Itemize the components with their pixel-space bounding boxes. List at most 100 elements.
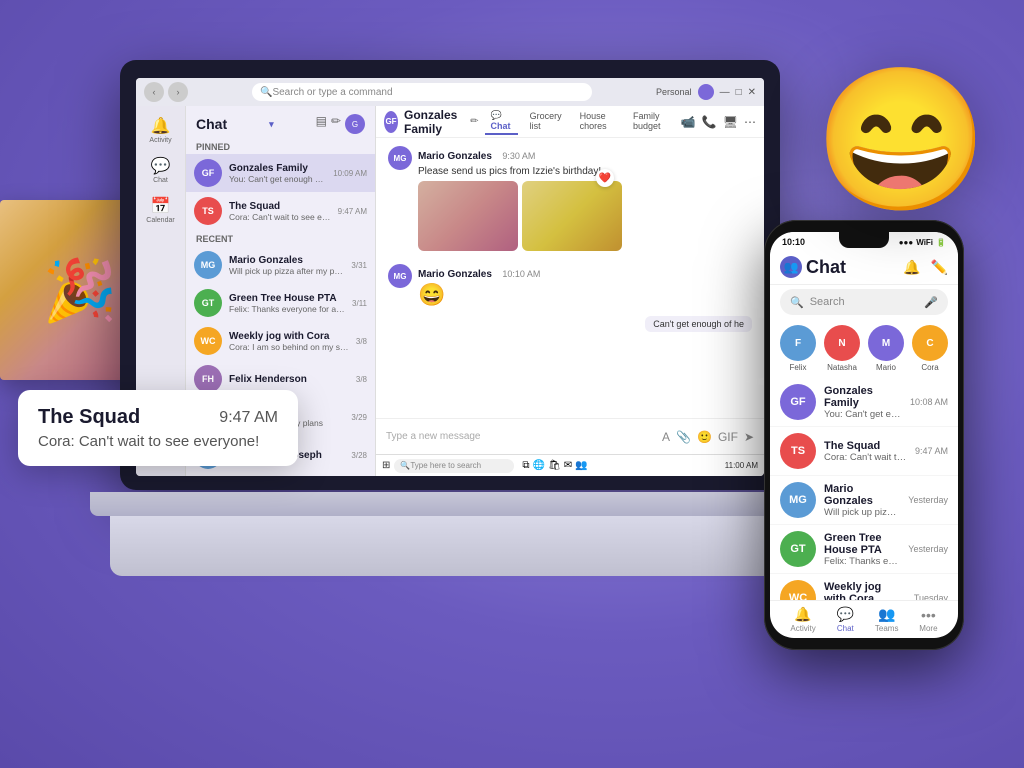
attach-icon[interactable]: 📎 (676, 430, 691, 444)
phone-teams-nav-icon: 👥 (878, 606, 895, 623)
chat-item-gonzales-family[interactable]: GF Gonzales Family You: Can't get enough… (186, 154, 375, 192)
phone-chat-info-squad: The Squad Cora: Can't wait to see everyo… (824, 440, 907, 463)
phone: 10:10 ●●● WiFi 🔋 👥 Chat (764, 220, 964, 650)
chat-messages: MG Mario Gonzales 9:30 AM Please send us… (376, 138, 764, 418)
chat-item-info-felix: Felix Henderson (229, 374, 349, 385)
phone-nav-more[interactable]: ••• More (919, 607, 937, 633)
audio-call-icon[interactable]: 📞 (702, 115, 717, 129)
quick-contact-felix-avatar: F (780, 325, 816, 361)
tab-chat[interactable]: 💬Chat (485, 108, 518, 135)
phone-bottom-bar: 🔔 Activity 💬 Chat 👥 Teams ••• More (770, 600, 958, 638)
phone-bell-icon[interactable]: 🔔 (903, 259, 920, 276)
chat-item-time-gabriel: 3/28 (351, 451, 367, 460)
phone-chat-info-mario: Mario Gonzales Will pick up pizza after … (824, 483, 900, 518)
sidebar-item-activity[interactable]: 🔔 Activity (145, 114, 177, 146)
cant-get-bubble: Can't get enough of he (645, 316, 752, 332)
user-avatar-small: G (345, 114, 365, 134)
chat-avatar-pta: GT (194, 289, 222, 317)
chat-item-squad[interactable]: TS The Squad Cora: Can't wait to see eve… (186, 192, 375, 230)
tab-chores[interactable]: House chores (574, 109, 621, 135)
chat-main-header: GF Gonzales Family ✏ 💬Chat Grocery list … (376, 106, 764, 138)
chat-item-mario[interactable]: MG Mario Gonzales Will pick up pizza aft… (186, 246, 375, 284)
phone-chat-item-pta[interactable]: GT Green Tree House PTA Felix: Thanks ev… (770, 525, 958, 574)
edit-group-icon[interactable]: ✏ (470, 116, 478, 127)
compose-icon[interactable]: ✏ (331, 114, 341, 134)
phone-chat-item-gonzales[interactable]: GF Gonzales Family You: Can't get enough… (770, 378, 958, 427)
titlebar-back-btn[interactable]: ‹ (144, 82, 164, 102)
quick-contact-natasha[interactable]: N Natasha (824, 325, 860, 372)
chat-input-area: Type a new message A 📎 🙂 GIF ➤ (376, 418, 764, 454)
quick-contact-cora[interactable]: C Cora (912, 325, 948, 372)
quick-contact-mario[interactable]: M Mario (868, 325, 904, 372)
sidebar-item-chat[interactable]: 💬 Chat (145, 154, 177, 186)
tab-budget[interactable]: Family budget (627, 109, 675, 135)
chat-list-chevron-icon: ▾ (269, 119, 274, 130)
chat-item-pta[interactable]: GT Green Tree House PTA Felix: Thanks ev… (186, 284, 375, 322)
teams-taskbar-icon[interactable]: 👥 (575, 460, 587, 471)
task-view-icon[interactable]: ⧉ (522, 460, 529, 471)
chat-item-msg-squad: Cora: Can't wait to see everyone! (229, 212, 331, 222)
chat-input-placeholder[interactable]: Type a new message (386, 431, 656, 442)
quick-contact-felix[interactable]: F Felix (780, 325, 816, 372)
chat-icon: 💬 (151, 156, 171, 176)
phone-chat-item-mario[interactable]: MG Mario Gonzales Will pick up pizza aft… (770, 476, 958, 525)
phone-activity-icon: 🔔 (794, 606, 811, 623)
phone-nav-activity[interactable]: 🔔 Activity (790, 606, 815, 633)
sidebar-item-calendar[interactable]: 📅 Calendar (145, 194, 177, 226)
notification-popup: The Squad 9:47 AM Cora: Can't wait to se… (18, 390, 298, 466)
notification-message: Cora: Can't wait to see everyone! (38, 433, 278, 450)
quick-contact-cora-name: Cora (921, 363, 938, 372)
phone-compose-icon[interactable]: ✏️ (931, 259, 948, 276)
tab-grocery[interactable]: Grocery list (524, 109, 568, 135)
edge-icon[interactable]: 🌐 (533, 460, 545, 471)
notification-time: 9:47 AM (219, 409, 278, 427)
phone-nav-chat[interactable]: 💬 Chat (837, 606, 854, 633)
screen-share-icon[interactable]: 🖥 (723, 115, 738, 129)
chat-item-info-jog: Weekly jog with Cora Cora: I am so behin… (229, 331, 349, 352)
chat-item-info-mario: Mario Gonzales Will pick up pizza after … (229, 255, 344, 276)
recent-section-label: Recent (186, 230, 375, 246)
emoji-picker-icon[interactable]: 🙂 (697, 430, 712, 444)
msg-sender-1: Mario Gonzales (418, 151, 492, 162)
msg-avatar-1: MG (388, 146, 412, 170)
phone-screen: 10:10 ●●● WiFi 🔋 👥 Chat (770, 232, 958, 638)
titlebar-search-placeholder: Search or type a command (272, 87, 392, 98)
birthday-photo-1 (418, 181, 518, 251)
send-icon[interactable]: ➤ (744, 430, 754, 444)
filter-icon[interactable]: ▤ (316, 114, 327, 134)
phone-chat-time-mario: Yesterday (908, 495, 948, 505)
titlebar-fwd-btn[interactable]: › (168, 82, 188, 102)
phone-chat-name-jog: Weekly jog with Cora (824, 581, 906, 601)
phone-chat-time-pta: Yesterday (908, 544, 948, 554)
phone-chat-item-jog[interactable]: WC Weekly jog with Cora I'm so behind on… (770, 574, 958, 600)
chat-item-time-felix: 3/8 (356, 375, 367, 384)
sidebar-chat-label: Chat (153, 177, 168, 184)
maximize-icon[interactable]: □ (736, 87, 742, 98)
phone-chat-nav-icon: 💬 (837, 606, 854, 623)
taskbar-search[interactable]: 🔍 Type here to search (394, 459, 514, 473)
gif-icon[interactable]: GIF (718, 430, 738, 444)
teams-titlebar: ‹ › 🔍 Search or type a command Personal … (136, 78, 764, 106)
mail-icon[interactable]: ✉ (564, 460, 572, 471)
windows-start-icon[interactable]: ⊞ (382, 460, 390, 471)
chat-item-jog[interactable]: WC Weekly jog with Cora Cora: I am so be… (186, 322, 375, 360)
chat-main-avatar: GF (384, 111, 398, 133)
close-icon[interactable]: ✕ (748, 87, 756, 98)
more-options-icon[interactable]: ⋯ (744, 115, 756, 129)
phone-voice-search-icon[interactable]: 🎤 (924, 296, 938, 309)
chat-item-name-pta: Green Tree House PTA (229, 293, 345, 304)
msg-content-2: Mario Gonzales 10:10 AM 😄 (418, 264, 752, 308)
phone-search-placeholder: Search (810, 296, 845, 308)
store-icon[interactable]: 🛍 (548, 460, 561, 471)
minimize-icon[interactable]: — (720, 87, 730, 98)
phone-search[interactable]: 🔍 Search 🎤 (780, 289, 948, 315)
phone-nav-teams[interactable]: 👥 Teams (875, 606, 899, 633)
titlebar-search[interactable]: 🔍 Search or type a command (252, 83, 592, 101)
phone-chat-item-squad[interactable]: TS The Squad Cora: Can't wait to see eve… (770, 427, 958, 476)
format-icon[interactable]: A (662, 430, 670, 444)
phone-chat-avatar-jog: WC (780, 580, 816, 600)
search-icon: 🔍 (260, 87, 272, 98)
phone-chat-nav-label: Chat (837, 624, 854, 633)
video-call-icon[interactable]: 📹 (681, 115, 696, 129)
chat-item-msg-gonzales: You: Can't get enough of her! (229, 174, 326, 184)
